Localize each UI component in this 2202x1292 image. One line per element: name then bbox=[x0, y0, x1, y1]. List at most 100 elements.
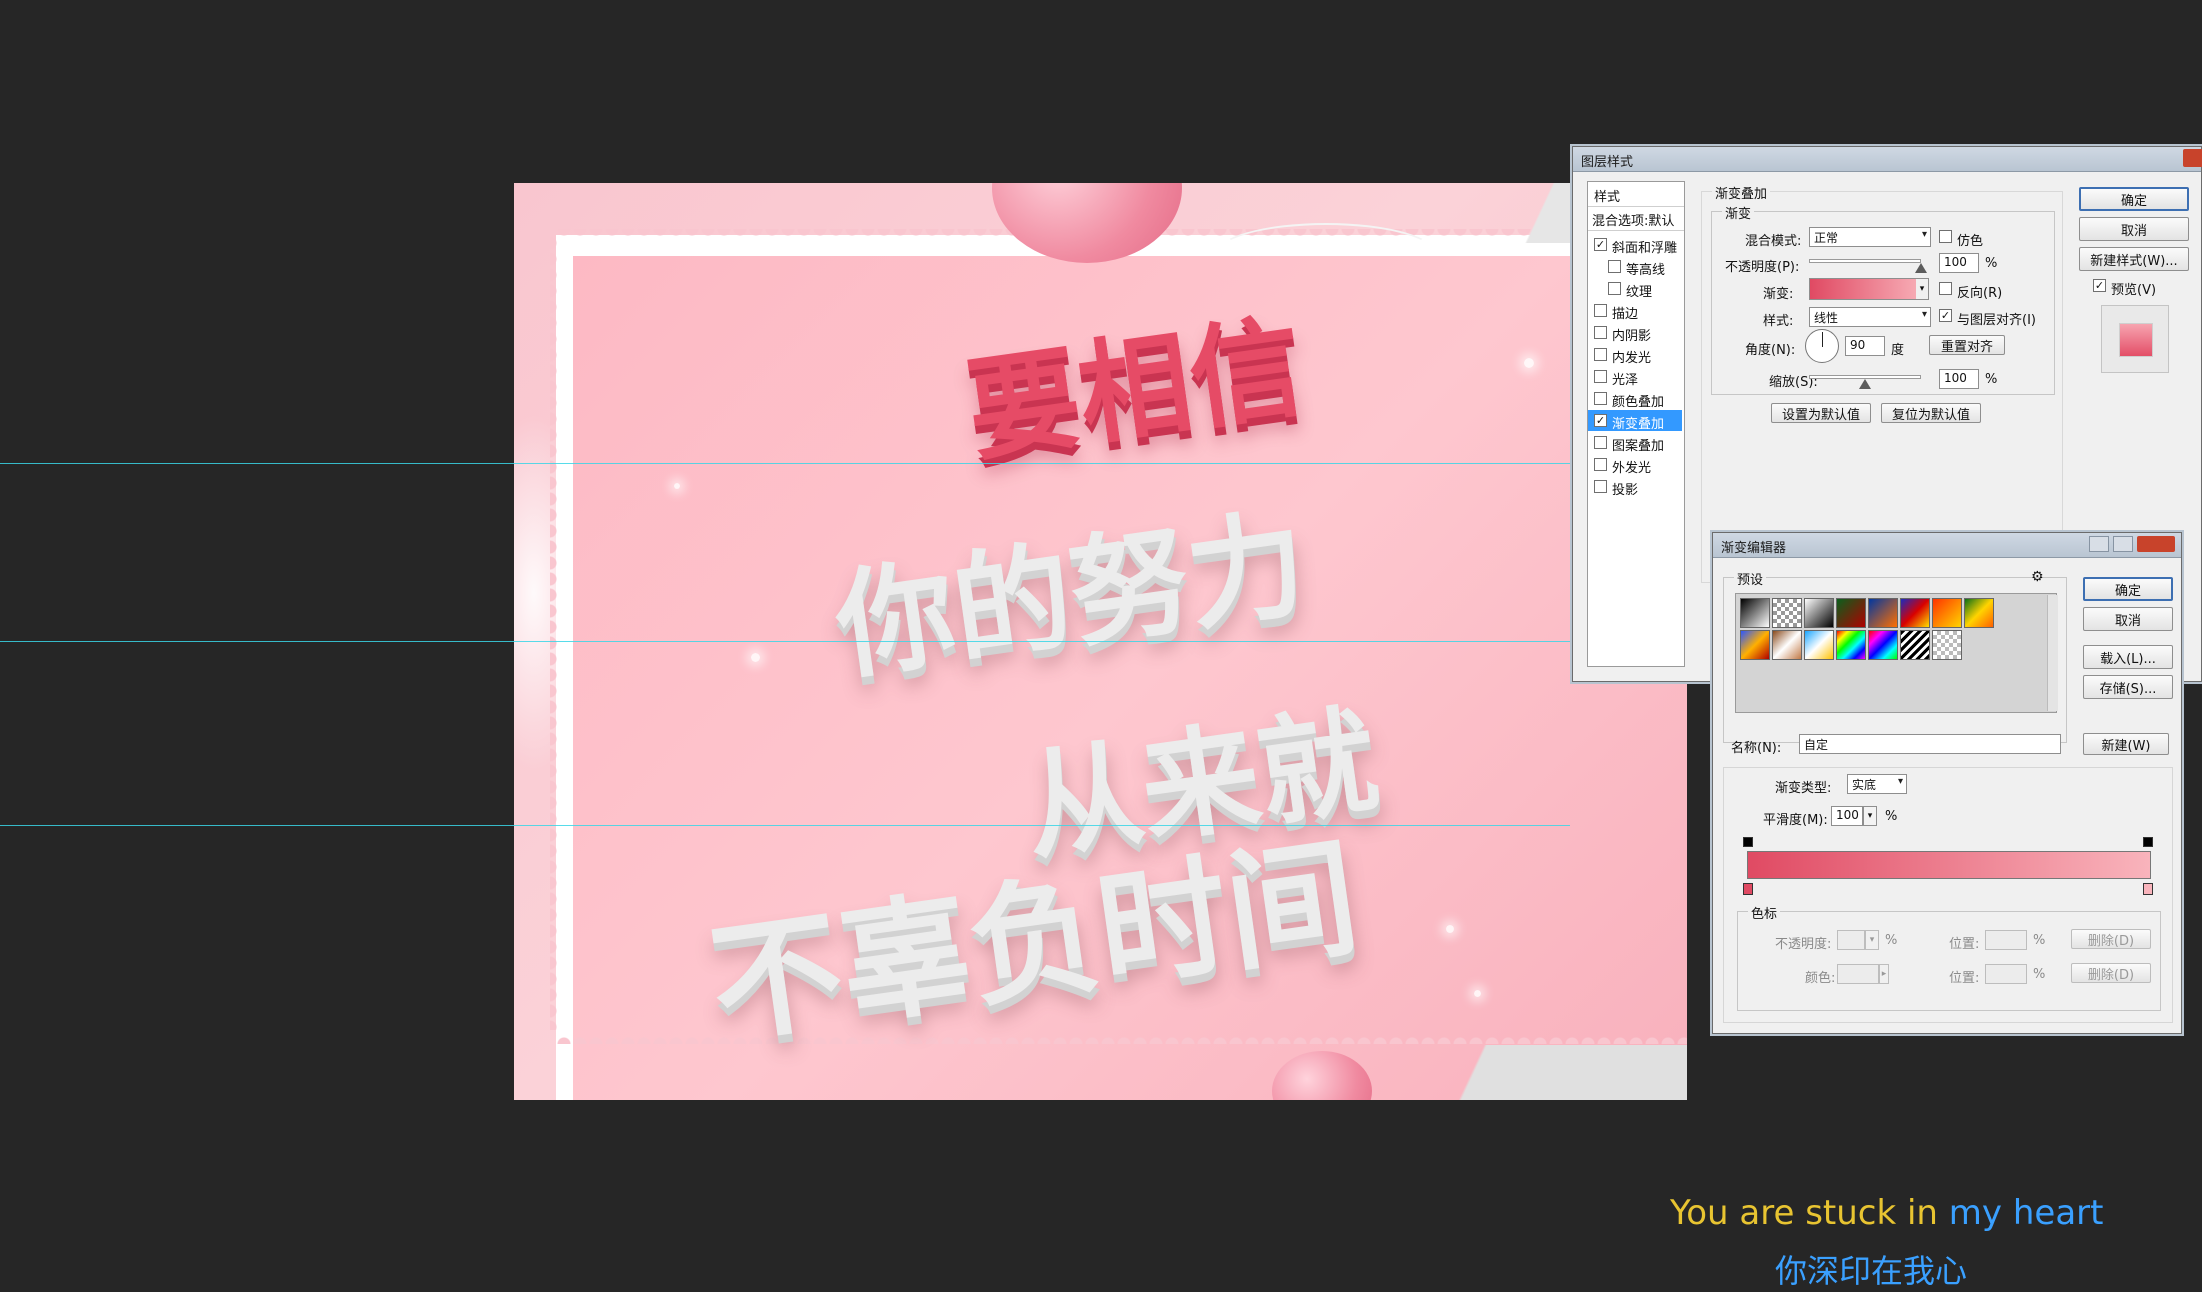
checkbox[interactable] bbox=[1594, 436, 1607, 449]
preview-checkbox[interactable]: ✓ bbox=[2093, 279, 2106, 292]
preset-swatch[interactable] bbox=[1964, 598, 1994, 628]
preset-swatch[interactable] bbox=[1740, 598, 1770, 628]
checkbox[interactable]: ✓ bbox=[1594, 414, 1607, 427]
minimize-icon[interactable] bbox=[2089, 536, 2109, 552]
scale-slider-thumb[interactable] bbox=[1859, 379, 1871, 389]
preview-label: 预览(V) bbox=[2111, 283, 2157, 298]
preset-swatch[interactable] bbox=[1804, 598, 1834, 628]
dither-checkbox[interactable] bbox=[1939, 230, 1952, 243]
close-icon[interactable] bbox=[2183, 149, 2202, 167]
angle-input[interactable]: 90 bbox=[1845, 336, 1885, 356]
checkbox[interactable] bbox=[1594, 370, 1607, 383]
gradient-preview-bar[interactable] bbox=[1747, 851, 2151, 879]
style-item-stroke[interactable]: 描边 bbox=[1588, 300, 1682, 322]
stamp-perforation-left bbox=[550, 235, 564, 1030]
style-item-drop-shadow[interactable]: 投影 bbox=[1588, 476, 1682, 498]
preset-swatch[interactable] bbox=[1836, 630, 1866, 660]
checkbox[interactable] bbox=[1594, 326, 1607, 339]
preset-swatch[interactable] bbox=[1772, 598, 1802, 628]
style-item-gradient-overlay[interactable]: ✓ 渐变叠加 bbox=[1588, 410, 1682, 432]
gear-icon[interactable]: ⚙ bbox=[2031, 569, 2044, 585]
scale-input[interactable]: 100 bbox=[1939, 369, 1979, 389]
preset-swatch[interactable] bbox=[1740, 630, 1770, 660]
preset-swatch[interactable] bbox=[1932, 630, 1962, 660]
checkbox[interactable] bbox=[1594, 480, 1607, 493]
checkbox[interactable] bbox=[1608, 282, 1621, 295]
color-stop-left[interactable] bbox=[1743, 883, 1753, 895]
guide-line[interactable] bbox=[0, 463, 1570, 464]
gradient-name-input[interactable]: 自定 bbox=[1799, 734, 2061, 754]
presets-scrollbar[interactable] bbox=[2047, 595, 2058, 711]
reset-alignment-button[interactable]: 重置对齐 bbox=[1929, 335, 2005, 355]
save-button[interactable]: 存储(S)... bbox=[2083, 675, 2173, 699]
smoothness-input[interactable]: 100 bbox=[1831, 806, 1863, 826]
load-button[interactable]: 载入(L)... bbox=[2083, 645, 2173, 669]
style-item-inner-shadow[interactable]: 内阴影 bbox=[1588, 322, 1682, 344]
preset-swatch[interactable] bbox=[1772, 630, 1802, 660]
ok-button[interactable]: 确定 bbox=[2083, 577, 2173, 601]
style-item-color-overlay[interactable]: 颜色叠加 bbox=[1588, 388, 1682, 410]
checkbox[interactable] bbox=[1594, 348, 1607, 361]
style-item-label: 渐变叠加 bbox=[1612, 417, 1665, 432]
stop-color-label: 颜色: bbox=[1805, 971, 1836, 986]
align-with-layer-checkbox[interactable]: ✓ bbox=[1939, 309, 1952, 322]
stop-color-swatch bbox=[1837, 964, 1879, 984]
style-item-label: 外发光 bbox=[1612, 461, 1652, 476]
set-default-button[interactable]: 设置为默认值 bbox=[1771, 403, 1871, 423]
reset-default-button[interactable]: 复位为默认值 bbox=[1881, 403, 1981, 423]
preset-swatch[interactable] bbox=[1900, 598, 1930, 628]
checkbox[interactable] bbox=[1608, 260, 1621, 273]
style-item-label: 纹理 bbox=[1626, 285, 1653, 300]
style-item-bevel-emboss[interactable]: ✓ 斜面和浮雕 bbox=[1588, 234, 1682, 256]
opacity-input[interactable]: 100 bbox=[1939, 253, 1979, 273]
style-item-texture[interactable]: 纹理 bbox=[1588, 278, 1682, 300]
blend-options-item[interactable]: 混合选项:默认 bbox=[1592, 210, 1674, 229]
opacity-slider[interactable] bbox=[1809, 259, 1921, 263]
preset-swatch[interactable] bbox=[1836, 598, 1866, 628]
reverse-checkbox[interactable] bbox=[1939, 282, 1952, 295]
preset-swatch[interactable] bbox=[1868, 630, 1898, 660]
close-icon[interactable] bbox=[2137, 536, 2175, 552]
preset-swatch[interactable] bbox=[1900, 630, 1930, 660]
checkbox[interactable]: ✓ bbox=[1594, 238, 1607, 251]
preset-swatch[interactable] bbox=[1804, 630, 1834, 660]
gradient-picker[interactable]: ▾ bbox=[1809, 278, 1929, 300]
style-item-label: 颜色叠加 bbox=[1612, 395, 1665, 410]
dialog-titlebar[interactable]: 图层样式 bbox=[1573, 147, 2202, 172]
maximize-icon[interactable] bbox=[2113, 536, 2133, 552]
opacity-stop-right[interactable] bbox=[2143, 837, 2153, 847]
style-item-contour[interactable]: 等高线 bbox=[1588, 256, 1682, 278]
ok-button[interactable]: 确定 bbox=[2079, 187, 2189, 211]
style-list-header[interactable]: 样式 bbox=[1594, 186, 1620, 205]
style-item-outer-glow[interactable]: 外发光 bbox=[1588, 454, 1682, 476]
checkbox[interactable] bbox=[1594, 304, 1607, 317]
preset-swatch[interactable] bbox=[1932, 598, 1962, 628]
style-select[interactable]: 线性 ▾ bbox=[1809, 307, 1931, 327]
guide-line[interactable] bbox=[0, 825, 1570, 826]
style-item-inner-glow[interactable]: 内发光 bbox=[1588, 344, 1682, 366]
opacity-slider-thumb[interactable] bbox=[1915, 263, 1927, 273]
chevron-down-icon: ▾ bbox=[1921, 229, 1927, 240]
chevron-down-icon[interactable]: ▾ bbox=[1916, 279, 1928, 299]
new-style-button[interactable]: 新建样式(W)... bbox=[2079, 247, 2189, 271]
sparkle bbox=[674, 483, 680, 489]
sparkle bbox=[751, 653, 760, 662]
cancel-button[interactable]: 取消 bbox=[2079, 217, 2189, 241]
new-gradient-button[interactable]: 新建(W) bbox=[2083, 733, 2169, 755]
blend-mode-select[interactable]: 正常 ▾ bbox=[1809, 227, 1931, 247]
scale-label: 缩放(S): bbox=[1769, 375, 1818, 390]
preset-swatch[interactable] bbox=[1868, 598, 1898, 628]
style-item-pattern-overlay[interactable]: 图案叠加 bbox=[1588, 432, 1682, 454]
chevron-down-icon[interactable]: ▾ bbox=[1863, 806, 1877, 826]
style-item-satin[interactable]: 光泽 bbox=[1588, 366, 1682, 388]
checkbox[interactable] bbox=[1594, 458, 1607, 471]
checkbox[interactable] bbox=[1594, 392, 1607, 405]
opacity-stop-left[interactable] bbox=[1743, 837, 1753, 847]
cancel-button[interactable]: 取消 bbox=[2083, 607, 2173, 631]
color-stop-right[interactable] bbox=[2143, 883, 2153, 895]
angle-dial[interactable] bbox=[1805, 329, 1839, 363]
dialog-titlebar[interactable]: 渐变编辑器 bbox=[1713, 533, 2181, 558]
color-stops-group: 色标 bbox=[1737, 903, 2161, 1011]
gradient-type-select[interactable]: 实底 ▾ bbox=[1847, 774, 1907, 794]
guide-line[interactable] bbox=[0, 641, 1570, 642]
